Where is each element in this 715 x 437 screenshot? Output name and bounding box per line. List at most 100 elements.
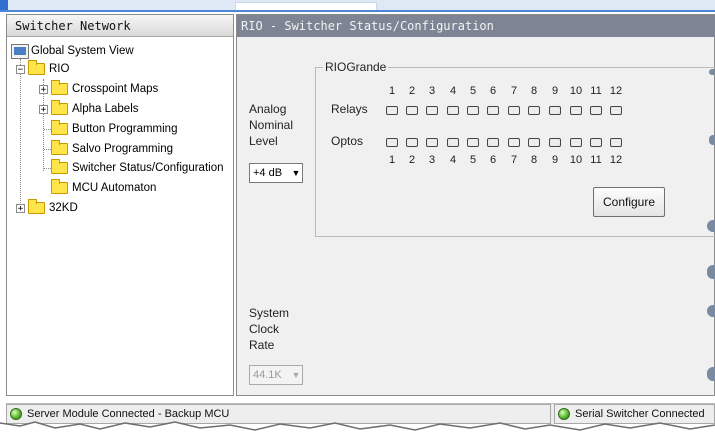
tree-item-global-system-view[interactable]: Global System View bbox=[11, 42, 134, 60]
tree-item-label: Switcher Status/Configuration bbox=[72, 162, 224, 174]
collapse-icon[interactable]: − bbox=[16, 64, 25, 74]
select-value: 44.1K bbox=[253, 369, 282, 381]
analog-label-2: Nominal bbox=[249, 118, 294, 132]
opto-indicator bbox=[447, 138, 459, 147]
relay-number: 4 bbox=[449, 85, 457, 97]
relay-indicator bbox=[386, 106, 398, 115]
opto-number: 1 bbox=[388, 154, 396, 166]
switcher-network-title: Switcher Network bbox=[7, 15, 233, 37]
relay-number: 3 bbox=[428, 85, 436, 97]
opto-number: 4 bbox=[449, 154, 457, 166]
opto-indicator bbox=[570, 138, 582, 147]
global-system-icon bbox=[11, 43, 29, 59]
tree-item-rio[interactable]: − RIO bbox=[16, 60, 69, 78]
analog-label-1: Analog bbox=[249, 102, 287, 116]
tree-item-label: Button Programming bbox=[72, 123, 178, 135]
relay-indicator bbox=[549, 106, 561, 115]
tree-item-label: Alpha Labels bbox=[72, 103, 139, 115]
tree-item-alpha-labels[interactable]: + Alpha Labels bbox=[39, 100, 139, 118]
dropdown-arrow-icon: ▼ bbox=[291, 168, 301, 178]
opto-indicator bbox=[610, 138, 622, 147]
relay-number: 1 bbox=[388, 85, 396, 97]
edge-fragment bbox=[707, 305, 715, 317]
edge-fragment bbox=[707, 265, 715, 279]
clock-label-2: Clock bbox=[249, 322, 280, 336]
opto-number: 11 bbox=[590, 154, 602, 166]
window-top-border bbox=[0, 0, 715, 12]
relay-indicator bbox=[610, 106, 622, 115]
group-title: RIOGrande bbox=[323, 60, 389, 74]
tree-item-32kd[interactable]: + 32KD bbox=[16, 199, 78, 217]
expand-icon[interactable]: + bbox=[39, 84, 48, 94]
relay-number: 10 bbox=[569, 85, 583, 97]
folder-icon bbox=[51, 100, 68, 115]
folder-icon bbox=[28, 60, 45, 75]
opto-number: 6 bbox=[489, 154, 497, 166]
status-led-icon bbox=[10, 408, 22, 420]
expand-icon[interactable]: + bbox=[39, 104, 48, 114]
opto-indicator bbox=[549, 138, 561, 147]
relay-number: 5 bbox=[469, 85, 477, 97]
relay-number: 6 bbox=[489, 85, 497, 97]
relay-indicator bbox=[406, 106, 418, 115]
relay-number: 8 bbox=[530, 85, 538, 97]
switcher-status-panel: RIO - Switcher Status/Configuration Anal… bbox=[236, 14, 715, 396]
folder-icon bbox=[51, 159, 68, 174]
tree-item-switcher-status-configuration[interactable]: Switcher Status/Configuration bbox=[51, 159, 224, 177]
dropdown-arrow-icon: ▼ bbox=[291, 370, 301, 380]
select-value: +4 dB bbox=[253, 167, 283, 179]
tree-item-crosspoint-maps[interactable]: + Crosspoint Maps bbox=[39, 80, 158, 98]
folder-icon bbox=[28, 199, 45, 214]
opto-number: 3 bbox=[428, 154, 436, 166]
opto-indicator bbox=[406, 138, 418, 147]
relay-indicator bbox=[528, 106, 540, 115]
opto-indicator bbox=[467, 138, 479, 147]
tree-item-salvo-programming[interactable]: Salvo Programming bbox=[51, 140, 173, 158]
relay-number: 11 bbox=[590, 85, 602, 97]
tree-line bbox=[20, 59, 21, 205]
status-led-icon bbox=[558, 408, 570, 420]
relay-indicator bbox=[467, 106, 479, 115]
opto-number: 12 bbox=[609, 154, 623, 166]
panel-title: RIO - Switcher Status/Configuration bbox=[237, 15, 715, 37]
system-clock-rate-select[interactable]: 44.1K ▼ bbox=[249, 365, 303, 385]
clock-label-1: System bbox=[249, 306, 290, 320]
relay-number: 12 bbox=[609, 85, 623, 97]
relay-indicator bbox=[590, 106, 602, 115]
folder-icon bbox=[51, 80, 68, 95]
tree-line bbox=[44, 129, 51, 130]
edge-fragment bbox=[707, 220, 715, 232]
configure-button[interactable]: Configure bbox=[593, 187, 665, 217]
opto-number: 2 bbox=[408, 154, 416, 166]
relay-number: 7 bbox=[510, 85, 518, 97]
opto-indicator bbox=[590, 138, 602, 147]
relay-indicator bbox=[426, 106, 438, 115]
tree-line bbox=[44, 168, 51, 169]
tree-item-label: 32KD bbox=[49, 202, 78, 214]
switcher-network-panel: Switcher Network Global System View − RI… bbox=[6, 14, 234, 396]
tree-item-mcu-automaton[interactable]: MCU Automaton bbox=[51, 179, 156, 197]
edge-fragment bbox=[709, 69, 715, 75]
opto-indicator bbox=[386, 138, 398, 147]
folder-icon bbox=[51, 140, 68, 155]
relay-number: 9 bbox=[551, 85, 559, 97]
expand-icon[interactable]: + bbox=[16, 203, 25, 213]
opto-number: 9 bbox=[551, 154, 559, 166]
opto-indicator bbox=[487, 138, 499, 147]
tree-item-label: MCU Automaton bbox=[72, 182, 157, 194]
edge-fragment bbox=[709, 135, 715, 145]
status-serial-text: Serial Switcher Connected bbox=[575, 408, 705, 420]
folder-icon bbox=[51, 120, 68, 135]
relay-indicator bbox=[570, 106, 582, 115]
opto-number: 10 bbox=[569, 154, 583, 166]
opto-number: 7 bbox=[510, 154, 518, 166]
opto-indicator bbox=[508, 138, 520, 147]
opto-number: 8 bbox=[530, 154, 538, 166]
relay-indicator bbox=[447, 106, 459, 115]
edge-fragment bbox=[707, 367, 715, 381]
tree-item-label: Global System View bbox=[31, 45, 134, 57]
relay-number: 2 bbox=[408, 85, 416, 97]
tree-item-button-programming[interactable]: Button Programming bbox=[51, 120, 177, 138]
analog-nominal-level-select[interactable]: +4 dB ▼ bbox=[249, 163, 303, 183]
relay-indicator bbox=[508, 106, 520, 115]
